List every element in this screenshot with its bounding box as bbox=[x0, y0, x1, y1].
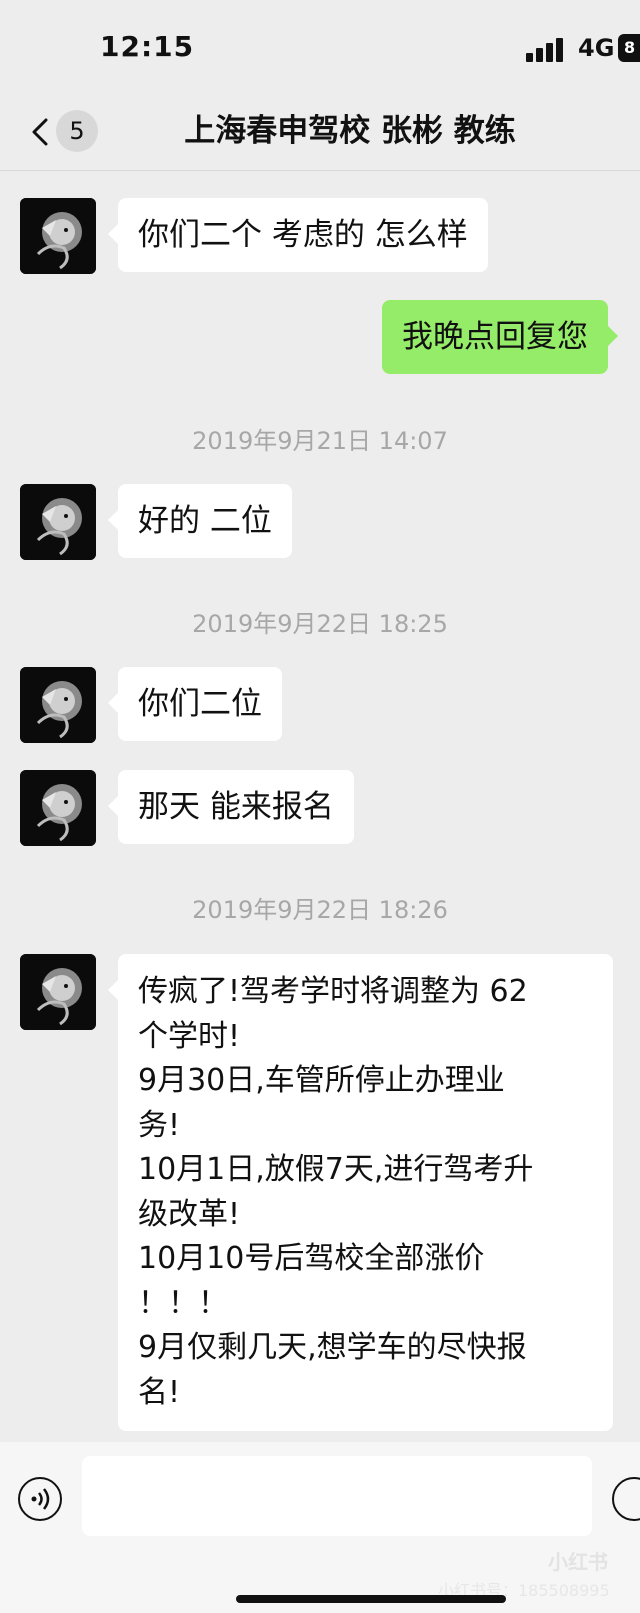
message-timestamp: 2019年9月21日 14:07 bbox=[192, 427, 448, 455]
signal-icon bbox=[526, 38, 566, 62]
message-timestamp: 2019年9月22日 18:25 bbox=[192, 610, 448, 638]
message-bubble[interactable]: 你们二位 bbox=[108, 667, 282, 741]
message-bubble[interactable]: 你们二个 考虑的 怎么样 bbox=[108, 198, 488, 272]
voice-button[interactable] bbox=[18, 1477, 62, 1521]
voice-icon bbox=[31, 1488, 50, 1510]
watermark-logo: 小红书 bbox=[548, 1550, 608, 1574]
chat-header: 5 上海春申驾校 张彬 教练 bbox=[0, 100, 640, 171]
avatar[interactable] bbox=[20, 198, 96, 274]
message-bubble[interactable]: 好的 二位 bbox=[108, 484, 292, 558]
network-type: 4G bbox=[578, 34, 615, 62]
avatar[interactable] bbox=[20, 484, 96, 560]
unread-count-badge[interactable]: 5 bbox=[56, 110, 98, 152]
avatar[interactable] bbox=[20, 770, 96, 846]
home-indicator[interactable] bbox=[236, 1595, 506, 1603]
chat-title: 上海春申驾校 张彬 教练 bbox=[184, 113, 516, 149]
message-bubble[interactable]: 传疯了!驾考学时将调整为 62 个学时! 9月30日,车管所停止办理业 务! 1… bbox=[108, 954, 613, 1431]
avatar[interactable] bbox=[20, 667, 96, 743]
avatar[interactable] bbox=[20, 954, 96, 1030]
input-bar: 小红书 小红书号：185508995 bbox=[0, 1442, 640, 1613]
message-bubble[interactable]: 那天 能来报名 bbox=[108, 770, 354, 844]
emoji-icon[interactable] bbox=[612, 1477, 640, 1521]
message-input[interactable] bbox=[82, 1456, 592, 1536]
status-bar: 12:15 4G 8 bbox=[0, 0, 640, 100]
battery-icon: 8 bbox=[618, 34, 640, 62]
message-timestamp: 2019年9月22日 18:26 bbox=[192, 896, 448, 924]
status-time: 12:15 bbox=[100, 30, 195, 63]
message-bubble-sent[interactable]: 我晚点回复您 bbox=[382, 300, 618, 374]
